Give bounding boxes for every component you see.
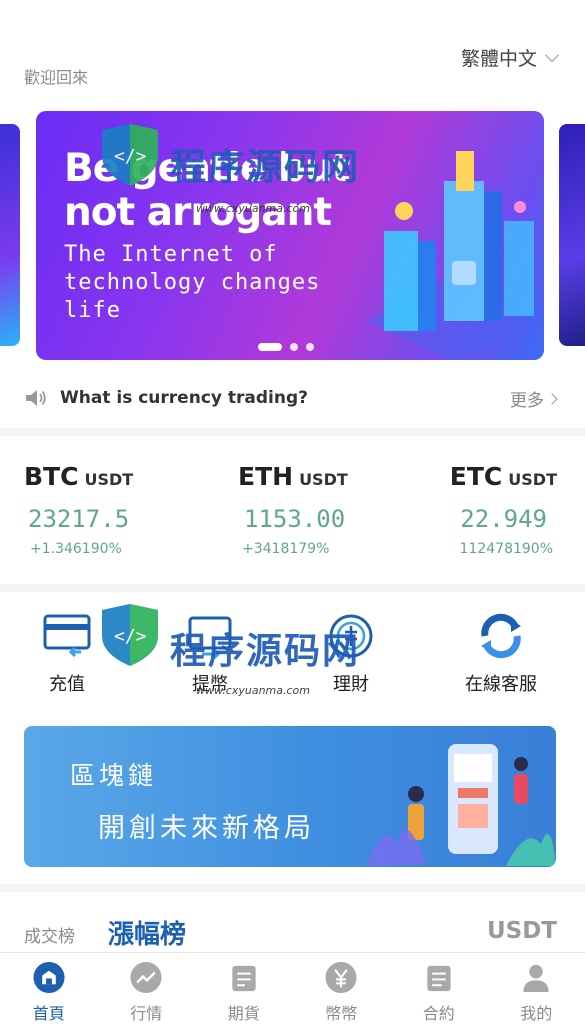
- ticker-quote: USDT: [84, 470, 134, 489]
- ticker-quote: USDT: [508, 470, 557, 489]
- tab-market[interactable]: 行情: [98, 953, 196, 1024]
- promo-banner[interactable]: 區塊鏈 開創未來新格局: [24, 726, 556, 867]
- svg-text:</>: </>: [114, 146, 147, 167]
- bottom-tab-bar: 首頁 行情 期貨 幣幣 合約 我的: [0, 952, 585, 1024]
- home-icon: [33, 961, 65, 994]
- coin-icon: [325, 961, 357, 994]
- customer-service-button[interactable]: 在線客服: [446, 612, 556, 696]
- section-divider: [0, 884, 585, 892]
- watermark-brand: 程序源码网: [170, 147, 361, 188]
- watermark-url: www.cxyuanma.com: [196, 684, 310, 697]
- ticker-eth[interactable]: ETH USDT 1153.00 +3418179%: [238, 462, 398, 557]
- carousel-dot-active[interactable]: [258, 343, 282, 351]
- tab-coin[interactable]: 幣幣: [293, 953, 391, 1024]
- speaker-icon: [26, 390, 46, 406]
- tab-volume-ranking[interactable]: 成交榜: [24, 922, 75, 947]
- ticker-symbol: BTC: [24, 462, 79, 491]
- more-label: 更多: [510, 391, 544, 411]
- ticker-quote: USDT: [299, 470, 348, 489]
- ticker-change: +1.346190%: [30, 541, 122, 557]
- tab-label: 行情: [130, 1004, 163, 1023]
- tab-futures[interactable]: 期貨: [195, 953, 293, 1024]
- deposit-icon: [43, 614, 91, 658]
- carousel-dot[interactable]: [306, 343, 314, 351]
- more-link[interactable]: 更多: [510, 386, 558, 411]
- welcome-text: 歡迎回來: [24, 68, 89, 87]
- phone-people-illustration: [366, 744, 556, 866]
- tab-label: 幣幣: [325, 1004, 358, 1023]
- ticker-price: 22.949: [460, 505, 547, 533]
- ticker-change: 112478190%: [459, 541, 553, 557]
- action-label: 在線客服: [465, 674, 537, 695]
- promo-subtitle: 開創未來新格局: [98, 813, 315, 844]
- ticker-change: +3418179%: [242, 541, 330, 557]
- announcement-bar[interactable]: What is currency trading? 更多: [24, 384, 558, 412]
- svg-text:</>: </>: [114, 626, 147, 647]
- tab-label: 我的: [520, 1004, 553, 1023]
- carousel-next-slide[interactable]: [559, 124, 585, 346]
- ticker-price: 1153.00: [244, 505, 346, 533]
- banner-subline: The Internet of technology changes life: [64, 242, 321, 323]
- promo-title: 區塊鏈: [70, 761, 158, 790]
- chevron-down-icon: [544, 47, 560, 62]
- ticker-symbol: ETC: [449, 462, 503, 491]
- profile-icon: [523, 964, 549, 993]
- chevron-right-icon: [546, 392, 558, 405]
- tab-profile[interactable]: 我的: [488, 953, 585, 1024]
- ticker-btc[interactable]: BTC USDT 23217.5 +1.346190%: [24, 462, 184, 557]
- futures-icon: [232, 965, 256, 992]
- watermark-brand: 程序源码网: [170, 631, 361, 672]
- tab-home[interactable]: 首頁: [0, 953, 98, 1024]
- watermark-url: www.cxyuanma.com: [196, 202, 310, 215]
- market-icon: [130, 961, 162, 994]
- language-label: 繁體中文: [460, 48, 537, 70]
- tab-contract[interactable]: 合約: [390, 953, 488, 1024]
- tab-label: 期貨: [227, 1004, 260, 1023]
- carousel-prev-slide[interactable]: [0, 124, 20, 346]
- ticker-symbol: ETH: [238, 462, 294, 491]
- contract-icon: [427, 965, 451, 992]
- ticker-price: 23217.5: [28, 505, 130, 533]
- tab-label: 合約: [422, 1004, 455, 1023]
- home-page: 歡迎回來 繁體中文 Be gentle but not arrogant The…: [0, 0, 585, 1024]
- isometric-city-illustration: [364, 151, 534, 360]
- tab-gainers-ranking[interactable]: 漲幅榜: [108, 914, 186, 951]
- tab-label: 首頁: [32, 1004, 65, 1023]
- carousel-dot[interactable]: [290, 343, 298, 351]
- carousel-indicator: [258, 343, 314, 351]
- section-divider: [0, 428, 585, 436]
- ticker-etc[interactable]: ETC USDT 22.949 112478190%: [420, 462, 565, 557]
- language-selector[interactable]: 繁體中文: [460, 44, 560, 71]
- announcement-text: What is currency trading?: [60, 388, 309, 408]
- customer-service-icon: [481, 613, 521, 659]
- ranking-quote-label: USDT: [486, 918, 557, 944]
